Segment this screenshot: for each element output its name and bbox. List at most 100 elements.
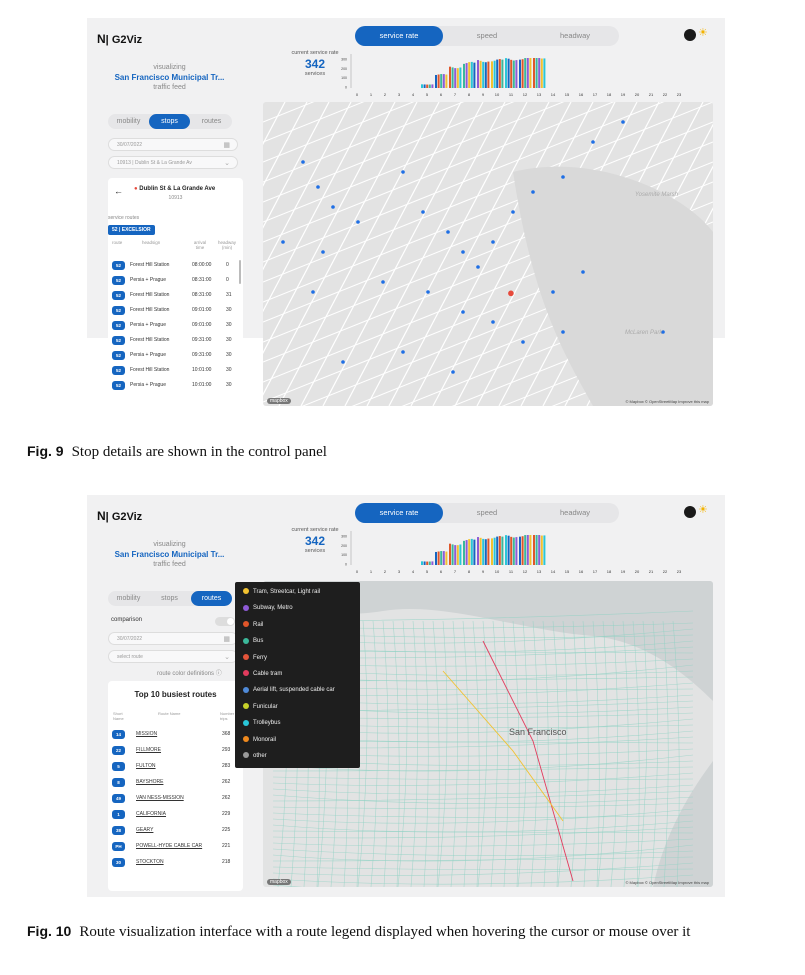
route-select[interactable]: select route ⌄	[108, 650, 238, 663]
route-badge[interactable]: 52	[112, 366, 125, 375]
tab-headway[interactable]: headway	[531, 503, 619, 523]
route-name-link[interactable]: STOCKTON	[136, 857, 164, 868]
date-field[interactable]: 30/07/2022 ▦	[108, 632, 238, 645]
bar	[451, 544, 454, 565]
tab-speed[interactable]: speed	[443, 503, 531, 523]
bar	[426, 561, 429, 565]
y-tick-label: 300	[341, 58, 347, 62]
route-badge[interactable]: 52	[112, 351, 125, 360]
x-tick-label: 9	[482, 92, 485, 97]
bar	[470, 61, 473, 88]
route-badge[interactable]: 52	[112, 291, 125, 300]
route-badge[interactable]: 49	[112, 794, 125, 803]
route-badge[interactable]: 52	[112, 321, 125, 330]
route-badge[interactable]: 52	[112, 261, 125, 270]
comparison-toggle[interactable]	[215, 617, 235, 626]
legend-item: Monorail	[243, 735, 276, 745]
date-field[interactable]: 30/07/2022 ▦	[108, 138, 238, 151]
tab-speed[interactable]: speed	[443, 26, 531, 46]
tab-mobility[interactable]: mobility	[108, 591, 149, 606]
route-line	[582, 620, 589, 887]
headsign: Forest Hill Station	[130, 292, 170, 298]
x-tick-label: 19	[621, 569, 626, 574]
scrollbar[interactable]	[239, 260, 241, 284]
route-badge[interactable]: 38	[112, 826, 125, 835]
route-name-link[interactable]: FILLMORE	[136, 745, 161, 756]
bar	[515, 60, 518, 88]
tab-stops[interactable]: stops	[149, 114, 190, 129]
route-color-definitions[interactable]: route color definitions ⓘ	[157, 668, 222, 677]
route-badge[interactable]: 1	[112, 810, 125, 819]
route-name-link[interactable]: FULTON	[136, 761, 156, 772]
bar	[426, 84, 429, 88]
route-name-link[interactable]: POWELL-HYDE CABLE CAR	[136, 841, 202, 852]
x-tick-label: 15	[565, 569, 570, 574]
route-badge[interactable]: 52	[112, 306, 125, 315]
route-name-link[interactable]: BAYSHORE	[136, 777, 163, 788]
sun-icon[interactable]: ☀	[698, 26, 708, 39]
legend-color-dot	[243, 752, 249, 759]
service-rate-chart: 30020010000 1 2 3 4 5 6 7 8 9 10 11 12 13 14 15 16 17 18 19…	[341, 54, 682, 97]
bar	[449, 66, 451, 88]
sub-tabs: mobility stops routes	[108, 591, 232, 606]
tab-service-rate[interactable]: service rate	[355, 26, 443, 46]
legend-item: other	[243, 751, 267, 761]
bar	[543, 535, 546, 565]
headway: 31	[226, 292, 232, 298]
x-tick-label: 3	[398, 92, 401, 97]
street-line	[300, 102, 462, 406]
tab-service-rate[interactable]: service rate	[355, 503, 443, 523]
bar	[465, 63, 468, 88]
route-name-link[interactable]: VAN NESS-MISSION	[136, 793, 184, 804]
route-name-link[interactable]: GEARY	[136, 825, 153, 836]
stop-marker	[491, 320, 495, 324]
bar	[515, 537, 518, 565]
route-name-link[interactable]: CALIFORNIA	[136, 809, 166, 820]
street-line	[263, 102, 308, 187]
selected-stop-pin-icon[interactable]: ●	[507, 285, 515, 300]
bar	[437, 74, 440, 88]
map-attribution[interactable]: © Mapbox © OpenStreetMap Improve this ma…	[626, 399, 710, 404]
bar	[529, 535, 532, 565]
headsign: Forest Hill Station	[130, 337, 170, 343]
x-tick-label: 18	[607, 92, 612, 97]
route-name-link[interactable]: MISSION	[136, 729, 157, 740]
tab-routes[interactable]: routes	[191, 114, 232, 129]
tab-routes[interactable]: routes	[191, 591, 232, 606]
route-badge[interactable]: 8	[112, 778, 125, 787]
trip-count: 225	[222, 827, 231, 833]
tab-headway[interactable]: headway	[531, 26, 619, 46]
bar	[529, 58, 532, 88]
bar	[479, 537, 482, 565]
tab-stops[interactable]: stops	[149, 591, 190, 606]
legend-color-dot	[243, 736, 249, 743]
stops-map[interactable]: Yosemite Marsh McLaren Park ● mapbox © M…	[263, 102, 713, 406]
y-tick-label: 100	[341, 553, 347, 557]
trip-count: 262	[222, 779, 231, 785]
x-tick-label: 11	[509, 92, 514, 97]
route-badge[interactable]: 22	[112, 746, 125, 755]
route-badge[interactable]: 5	[112, 762, 125, 771]
route-badge[interactable]: 52	[112, 276, 125, 285]
x-tick-label: 21	[649, 569, 654, 574]
route-badge[interactable]: 14	[112, 730, 125, 739]
dark-theme-toggle[interactable]	[684, 506, 696, 518]
route-badge[interactable]: 52	[112, 381, 125, 390]
trip-count: 293	[222, 747, 231, 753]
x-tick-label: 5	[426, 569, 429, 574]
figure-10-screenshot: N| G2Viz service rate speed headway ☀ cu…	[87, 495, 725, 897]
bar	[445, 74, 448, 88]
map-attribution[interactable]: © Mapbox © OpenStreetMap Improve this ma…	[626, 880, 710, 885]
sun-icon[interactable]: ☀	[698, 503, 708, 516]
route-badge[interactable]: 30	[112, 858, 125, 867]
legend-label: Trolleybus	[253, 720, 281, 727]
tab-mobility[interactable]: mobility	[108, 114, 149, 129]
bar	[449, 543, 451, 565]
dark-theme-toggle[interactable]	[684, 29, 696, 41]
stop-select[interactable]: 10913 | Dublin St & La Grande Av ⌄	[108, 156, 238, 169]
route-chip[interactable]: 52 | EXCELSIOR	[108, 225, 155, 235]
y-tick-label: 0	[345, 86, 347, 90]
route-badge[interactable]: PH	[112, 842, 125, 851]
mode-tabs: service rate speed headway	[355, 503, 619, 523]
route-badge[interactable]: 52	[112, 336, 125, 345]
